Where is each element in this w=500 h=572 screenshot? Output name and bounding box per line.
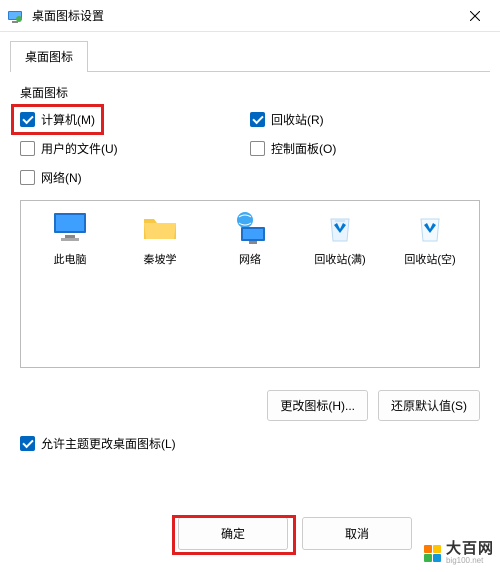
checkbox-computer[interactable]: 计算机(M) <box>20 111 95 128</box>
icon-item-recycle-empty[interactable]: 回收站(空) <box>390 211 470 267</box>
icon-label: 此电脑 <box>54 251 87 267</box>
checkbox-icon <box>250 112 265 127</box>
checkbox-label: 控制面板(O) <box>271 140 336 157</box>
checkbox-icon <box>250 141 265 156</box>
checkbox-icon <box>20 170 35 185</box>
checkbox-label: 回收站(R) <box>271 111 324 128</box>
checkbox-grid: 计算机(M) 回收站(R) 用户的文件(U) 控制面板(O) <box>20 111 480 186</box>
tab-strip: 桌面图标 <box>10 40 490 72</box>
checkbox-label: 用户的文件(U) <box>41 140 118 157</box>
restore-default-button[interactable]: 还原默认值(S) <box>378 390 480 421</box>
checkbox-label: 网络(N) <box>41 169 82 186</box>
network-icon <box>231 211 269 245</box>
app-icon <box>8 8 24 24</box>
recycle-full-icon <box>321 211 359 245</box>
icon-label: 回收站(满) <box>314 251 365 267</box>
highlight-computer: 计算机(M) <box>11 104 104 135</box>
watermark-text: 大百网 <box>446 541 494 558</box>
icon-label: 秦坡学 <box>144 251 177 267</box>
ok-button[interactable]: 确定 <box>178 517 288 550</box>
checkbox-control[interactable]: 控制面板(O) <box>250 140 336 157</box>
recycle-empty-icon <box>411 211 449 245</box>
footer-buttons: 确定 取消 <box>178 517 412 550</box>
group-label: 桌面图标 <box>20 84 480 101</box>
icon-label: 网络 <box>239 251 261 267</box>
title-bar: 桌面图标设置 <box>0 0 500 32</box>
icon-item-recycle-full[interactable]: 回收站(满) <box>300 211 380 267</box>
watermark-logo-icon <box>424 544 442 562</box>
checkbox-label: 允许主题更改桌面图标(L) <box>41 435 176 452</box>
icon-item-network[interactable]: 网络 <box>210 211 290 267</box>
checkbox-icon <box>20 141 35 156</box>
checkbox-icon <box>20 112 35 127</box>
icon-preview-panel: 此电脑 秦坡学 网络 <box>20 200 480 368</box>
allow-theme-row[interactable]: 允许主题更改桌面图标(L) <box>0 427 500 452</box>
close-icon <box>470 11 480 21</box>
window-title: 桌面图标设置 <box>32 7 452 24</box>
folder-icon <box>141 211 179 245</box>
checkbox-userfiles[interactable]: 用户的文件(U) <box>20 140 118 157</box>
content-area: 桌面图标 计算机(M) 回收站(R) 用户的文件(U) <box>0 72 500 378</box>
icon-button-row: 更改图标(H)... 还原默认值(S) <box>0 378 500 427</box>
checkbox-recycle[interactable]: 回收站(R) <box>250 111 324 128</box>
monitor-icon <box>51 211 89 245</box>
checkbox-icon <box>20 436 35 451</box>
tab-desktop-icons[interactable]: 桌面图标 <box>10 41 88 72</box>
watermark-url: big100.net <box>446 557 494 566</box>
checkbox-network[interactable]: 网络(N) <box>20 169 82 186</box>
icon-label: 回收站(空) <box>404 251 455 267</box>
icon-item-user[interactable]: 秦坡学 <box>120 211 200 267</box>
icon-item-thispc[interactable]: 此电脑 <box>30 211 110 267</box>
close-button[interactable] <box>452 0 498 32</box>
checkbox-label: 计算机(M) <box>41 111 95 128</box>
change-icon-button[interactable]: 更改图标(H)... <box>267 390 368 421</box>
watermark: 大百网 big100.net <box>424 541 494 566</box>
cancel-button[interactable]: 取消 <box>302 517 412 550</box>
